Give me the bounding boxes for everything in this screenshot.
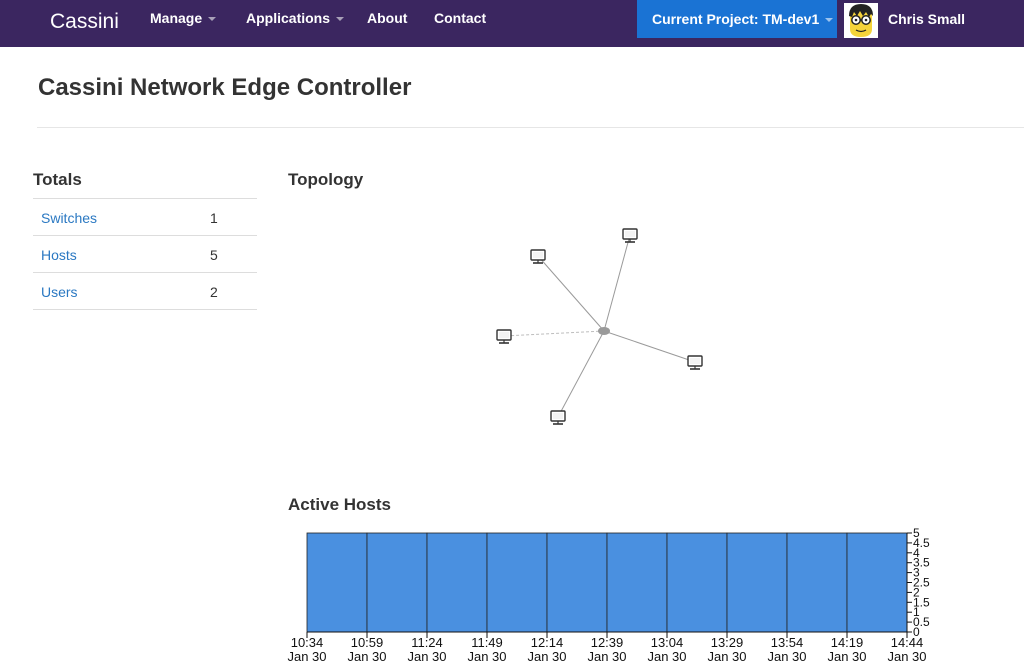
active-hosts-chart: 0 0.5 1 1.5 2 2.5 3 3.5 4 4.5 5 10:34 Jan 30 10:59 Jan… <box>286 526 986 664</box>
x-tick-label: 14:44 <box>891 635 924 650</box>
table-row: Switches 1 <box>33 199 257 236</box>
x-tick-sublabel: Jan 30 <box>587 649 626 661</box>
topology-links <box>503 234 696 418</box>
monitor-icon[interactable] <box>622 228 638 243</box>
page-title: Cassini Network Edge Controller <box>38 74 412 101</box>
chart-bar <box>426 532 488 633</box>
chart-bar <box>846 532 908 633</box>
chart-bar <box>546 532 608 633</box>
hosts-count: 5 <box>210 247 218 263</box>
chart-bar <box>366 532 428 633</box>
switch-node-icon[interactable] <box>598 327 610 335</box>
title-divider <box>37 127 1024 128</box>
chevron-down-icon <box>336 17 345 22</box>
x-tick-label: 13:04 <box>651 635 684 650</box>
x-tick-label: 10:34 <box>291 635 324 650</box>
x-tick-sublabel: Jan 30 <box>407 649 446 661</box>
chart-bar <box>306 532 368 633</box>
x-tick-sublabel: Jan 30 <box>527 649 566 661</box>
x-tick-sublabel: Jan 30 <box>887 649 926 661</box>
switches-count: 1 <box>210 210 218 226</box>
manage-menu-label: Manage <box>150 10 203 26</box>
chevron-down-icon <box>825 18 834 23</box>
x-tick-sublabel: Jan 30 <box>467 649 506 661</box>
x-tick-sublabel: Jan 30 <box>287 649 326 661</box>
chart-bar <box>726 532 788 633</box>
manage-menu[interactable]: Manage <box>150 10 217 26</box>
monitor-icon[interactable] <box>687 355 703 370</box>
user-avatar[interactable] <box>844 3 878 38</box>
table-row: Users 2 <box>33 273 257 310</box>
applications-menu[interactable]: Applications <box>246 10 345 26</box>
x-tick-sublabel: Jan 30 <box>707 649 746 661</box>
x-tick-sublabel: Jan 30 <box>767 649 806 661</box>
switches-link[interactable]: Switches <box>41 210 97 226</box>
table-row: Hosts 5 <box>33 236 257 273</box>
chart-bar <box>606 532 668 633</box>
x-tick-sublabel: Jan 30 <box>347 649 386 661</box>
x-tick-label: 11:24 <box>411 635 443 650</box>
applications-menu-label: Applications <box>246 10 331 26</box>
monitor-icon[interactable] <box>496 329 512 344</box>
x-tick-label: 14:19 <box>831 635 864 650</box>
topology-graph[interactable] <box>420 200 780 460</box>
monitor-icon[interactable] <box>550 410 566 425</box>
x-tick-label: 13:54 <box>771 635 804 650</box>
avatar-icon <box>844 3 878 38</box>
x-tick-label: 13:29 <box>711 635 744 650</box>
about-link[interactable]: About <box>367 10 407 26</box>
topology-heading: Topology <box>288 170 364 189</box>
hosts-link[interactable]: Hosts <box>41 247 77 263</box>
chart-bar <box>786 532 848 633</box>
brand-link[interactable]: Cassini <box>50 10 119 34</box>
totals-table: Switches 1 Hosts 5 Users 2 <box>33 198 257 310</box>
active-hosts-heading: Active Hosts <box>288 495 391 514</box>
top-navbar: Cassini Manage Applications About Contac… <box>0 0 1024 47</box>
x-tick-sublabel: Jan 30 <box>827 649 866 661</box>
y-tick-label: 5 <box>913 526 920 540</box>
users-link[interactable]: Users <box>41 284 78 300</box>
current-project-label: Current Project: TM-dev1 <box>652 11 820 27</box>
totals-heading: Totals <box>33 170 82 189</box>
chart-bar <box>486 532 548 633</box>
x-tick-label: 10:59 <box>351 635 384 650</box>
contact-link[interactable]: Contact <box>434 10 486 26</box>
chevron-down-icon <box>208 17 217 22</box>
chart-bar <box>666 532 728 633</box>
x-tick-label: 12:39 <box>591 635 624 650</box>
x-tick-label: 11:49 <box>471 635 503 650</box>
current-project-button[interactable]: Current Project: TM-dev1 <box>637 0 837 38</box>
x-tick-label: 12:14 <box>531 635 564 650</box>
users-count: 2 <box>210 284 218 300</box>
x-tick-sublabel: Jan 30 <box>647 649 686 661</box>
user-name[interactable]: Chris Small <box>888 11 965 27</box>
